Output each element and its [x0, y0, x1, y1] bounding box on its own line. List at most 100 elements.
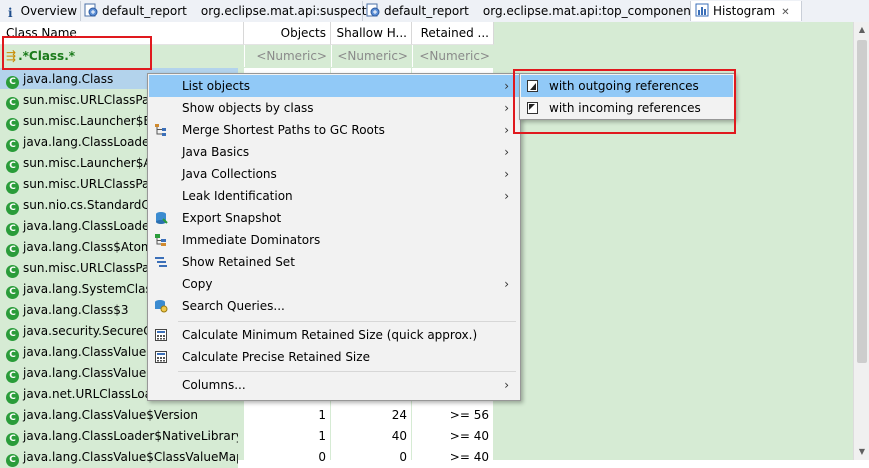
menu-item-columns[interactable]: Columns... › [149, 374, 519, 396]
class-name: sun.nio.cs.StandardCh [23, 198, 158, 212]
tab-label: Overview [20, 4, 78, 18]
class-name: java.lang.ClassLoader [23, 135, 155, 149]
column-header-class-name[interactable]: Class Name [0, 22, 244, 45]
class-name: sun.misc.URLClassPat [23, 261, 155, 275]
merge-paths-icon [155, 124, 166, 136]
class-icon: C [6, 307, 19, 320]
menu-item-show-retained-set[interactable]: Show Retained Set [149, 251, 519, 273]
class-name: java.lang.Class$3 [23, 303, 129, 317]
submenu-arrow-icon: › [504, 378, 509, 392]
menu-item-java-basics[interactable]: Java Basics › [149, 141, 519, 163]
class-icon: C [6, 244, 19, 257]
tab-label: default_report [102, 4, 187, 18]
column-header-shallow-heap[interactable]: Shallow H... [331, 22, 412, 45]
class-name: java.lang.ClassLoader$NativeLibrary [23, 429, 238, 443]
class-icon: C [6, 370, 19, 383]
submenu-arrow-icon: › [504, 167, 509, 181]
context-menu: List objects › Show objects by class › Mer… [147, 73, 521, 401]
class-name-cell: Cjava.lang.ClassValue$Version [0, 404, 238, 426]
class-name: java.lang.Class$Atom [23, 240, 153, 254]
close-tab-icon[interactable]: ✕ [781, 7, 789, 18]
class-icon: C [6, 97, 19, 110]
objects-cell: 0 [244, 446, 330, 468]
shallow-heap-cell: 0 [331, 446, 411, 468]
column-header-retained-heap[interactable]: Retained ... [412, 22, 494, 45]
class-name: sun.misc.URLClassPat [23, 93, 155, 107]
scroll-up-icon[interactable]: ▲ [854, 22, 869, 38]
class-name-filter-value: .*Class.* [18, 49, 76, 63]
menu-item-leak-identification[interactable]: Leak Identification › [149, 185, 519, 207]
menu-separator [178, 321, 516, 322]
class-name-cell: Cjava.lang.ClassLoader$NativeLibrary [0, 425, 238, 447]
editor-tab-bar: i Overview default_report org.eclipse.mat.… [0, 0, 869, 23]
incoming-references-icon [527, 102, 538, 114]
calculator-icon [155, 329, 167, 341]
class-icon: C [6, 76, 19, 89]
tab-histogram[interactable]: Histogram ✕ [690, 1, 802, 21]
table-row[interactable]: Cjava.lang.ClassValue$ClassValueMap 0 0 >= … [0, 446, 853, 468]
tab-label: default_report [384, 4, 469, 18]
class-name: java.lang.ClassValue$ [23, 366, 154, 380]
class-icon: C [6, 181, 19, 194]
tab-default-report-suspects[interactable]: default_report org.eclipse.mat.api:suspec… [80, 1, 373, 21]
class-icon: C [6, 412, 19, 425]
class-icon: C [6, 160, 19, 173]
class-name-filter[interactable]: ⇶ .*Class.* [0, 45, 238, 67]
table-row[interactable]: Cjava.lang.ClassValue$Version 1 24 >= 56 [0, 404, 853, 426]
class-icon: C [6, 433, 19, 446]
retained-set-icon [155, 257, 167, 267]
class-name: sun.misc.Launcher$Ex [23, 114, 159, 128]
menu-separator [178, 371, 516, 372]
class-name: java.lang.ClassLoader [23, 219, 155, 233]
histogram-icon [695, 3, 709, 17]
vertical-scrollbar[interactable]: ▲ ▼ [853, 22, 869, 460]
retained-heap-cell: >= 56 [412, 404, 493, 426]
tab-path: org.eclipse.mat.api:suspects [200, 4, 373, 18]
class-icon: C [6, 118, 19, 131]
menu-item-calculate-minimum-retained-size[interactable]: Calculate Minimum Retained Size (quick a… [149, 324, 519, 346]
menu-item-java-collections[interactable]: Java Collections › [149, 163, 519, 185]
submenu-arrow-icon: › [504, 101, 509, 115]
search-queries-icon [155, 300, 168, 313]
export-snapshot-icon [156, 212, 168, 224]
menu-item-search-queries[interactable]: Search Queries... [149, 295, 519, 317]
class-icon: C [6, 328, 19, 341]
column-header-objects[interactable]: Objects [244, 22, 331, 45]
menu-item-list-objects[interactable]: List objects › [149, 75, 519, 97]
table-row[interactable]: Cjava.lang.ClassLoader$NativeLibrary 1 40 >… [0, 425, 853, 447]
submenu-arrow-icon: › [504, 145, 509, 159]
class-icon: C [6, 391, 19, 404]
tab-overview[interactable]: i Overview [0, 1, 81, 21]
menu-item-with-incoming-references[interactable]: with incoming references [521, 97, 733, 119]
class-name: java.lang.SystemClass [23, 282, 158, 296]
class-icon: C [6, 223, 19, 236]
class-name: java.lang.Class [23, 72, 114, 86]
class-name: java.lang.ClassValue$ClassValueMap [23, 450, 238, 464]
class-name: sun.misc.Launcher$Ap [23, 156, 160, 170]
submenu-arrow-icon: › [504, 79, 509, 93]
menu-item-with-outgoing-references[interactable]: with outgoing references [521, 75, 733, 97]
scroll-down-icon[interactable]: ▼ [854, 444, 869, 460]
shallow-heap-filter[interactable]: <Numeric> [331, 45, 412, 67]
menu-item-export-snapshot[interactable]: Export Snapshot [149, 207, 519, 229]
report-icon [366, 3, 380, 17]
objects-filter[interactable]: <Numeric> [244, 45, 331, 67]
scrollbar-thumb[interactable] [857, 40, 867, 363]
objects-cell: 1 [244, 425, 330, 447]
menu-item-show-objects-by-class[interactable]: Show objects by class › [149, 97, 519, 119]
class-icon: C [6, 265, 19, 278]
class-icon: C [6, 454, 19, 467]
list-objects-submenu: with outgoing references with incoming r… [519, 73, 735, 120]
class-icon: C [6, 286, 19, 299]
tab-default-report-top-components[interactable]: default_report org.eclipse.mat.api:top_co… [362, 1, 702, 21]
retained-heap-cell: >= 40 [412, 446, 493, 468]
menu-item-calculate-precise-retained-size[interactable]: Calculate Precise Retained Size [149, 346, 519, 368]
class-icon: C [6, 202, 19, 215]
menu-item-merge-shortest-paths[interactable]: Merge Shortest Paths to GC Roots › [149, 119, 519, 141]
tab-path: org.eclipse.mat.api:top_components [482, 4, 702, 18]
menu-item-copy[interactable]: Copy › [149, 273, 519, 295]
class-name: sun.misc.URLClassPat [23, 177, 155, 191]
retained-heap-filter[interactable]: <Numeric> [412, 45, 494, 67]
calculator-icon [155, 351, 167, 363]
menu-item-immediate-dominators[interactable]: Immediate Dominators [149, 229, 519, 251]
